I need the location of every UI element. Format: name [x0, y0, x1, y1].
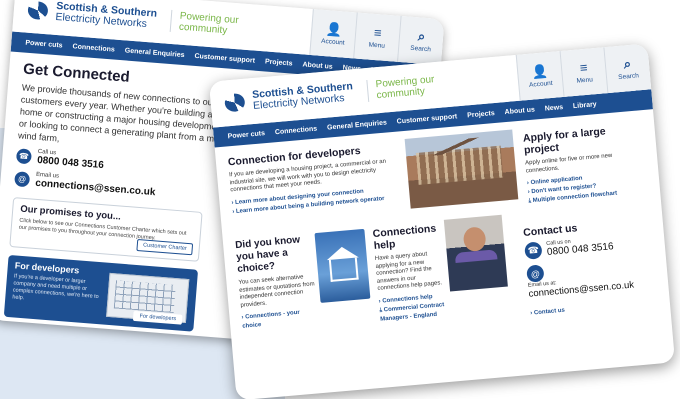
- menu-button[interactable]: ≡ Menu: [353, 12, 401, 62]
- nav-library[interactable]: Library: [573, 101, 597, 110]
- search-label: Search: [410, 44, 432, 54]
- help-section: Connections help Have a query about appl…: [372, 222, 450, 324]
- nav-customer-support[interactable]: Customer support: [194, 52, 255, 64]
- nav-about-us[interactable]: About us: [302, 61, 333, 70]
- ssen-logo-icon: [224, 91, 248, 115]
- email-icon: @: [526, 264, 545, 283]
- nav-power-cuts[interactable]: Power cuts: [227, 130, 265, 140]
- support-agent-photo: [443, 214, 508, 292]
- nav-about-us[interactable]: About us: [504, 106, 535, 116]
- help-heading: Connections help: [372, 222, 437, 253]
- search-icon: ⌕: [417, 28, 426, 44]
- choice-section: Did you know you have a choice? You can …: [235, 233, 321, 331]
- phone-icon: ☎: [15, 148, 33, 165]
- phone-icon: ☎: [524, 241, 543, 260]
- nav-customer-support[interactable]: Customer support: [396, 113, 457, 125]
- site-logo[interactable]: Scottish & Southern Electricity Networks: [13, 0, 157, 31]
- contact-us-label: Contact us: [533, 307, 566, 317]
- menu-label: Menu: [368, 41, 386, 50]
- user-icon: 👤: [325, 21, 343, 38]
- choice-heading: Did you know you have a choice?: [234, 234, 301, 275]
- choice-text: You can seek alternative estimates or qu…: [238, 274, 315, 309]
- account-button[interactable]: 👤 Account: [309, 9, 357, 59]
- nav-projects[interactable]: Projects: [265, 58, 293, 67]
- account-label: Account: [528, 79, 553, 89]
- nav-connections[interactable]: Connections: [275, 125, 318, 136]
- site-logo[interactable]: Scottish & Southern Electricity Networks: [210, 80, 354, 115]
- menu-icon: ≡: [579, 59, 589, 76]
- large-project-section: Apply for a large project Apply online f…: [523, 122, 649, 206]
- nav-projects[interactable]: Projects: [467, 110, 495, 119]
- ssen-logo-icon: [27, 0, 51, 22]
- your-choice-link[interactable]: › Connections - your choice: [241, 307, 320, 332]
- account-label: Account: [320, 37, 345, 47]
- house-illustration: [314, 228, 371, 303]
- nav-news[interactable]: News: [545, 104, 564, 113]
- menu-icon: ≡: [373, 24, 383, 41]
- developers-box: For developers If you're a developer or …: [3, 254, 199, 332]
- menu-button[interactable]: ≡ Menu: [559, 47, 608, 97]
- contact-section: Contact us ☎ Call us on 0800 048 3516 @ E…: [523, 216, 661, 319]
- menu-label: Menu: [576, 76, 594, 85]
- search-icon: ⌕: [623, 55, 632, 72]
- housing-construction-photo: [404, 129, 519, 209]
- your-choice-label: Connections - your choice: [242, 309, 300, 330]
- help-text: Have a query about applying for a new co…: [374, 251, 443, 292]
- search-button[interactable]: ⌕ Search: [603, 43, 652, 94]
- search-button[interactable]: ⌕ Search: [397, 15, 445, 66]
- promises-box: Our promises to you... Click below to se…: [9, 197, 203, 262]
- developers-text: If you're a developer or larger company …: [12, 273, 99, 302]
- user-icon: 👤: [531, 63, 549, 80]
- brand-tagline: Powering our community: [366, 74, 436, 102]
- nav-connections[interactable]: Connections: [72, 43, 115, 53]
- search-label: Search: [617, 72, 640, 82]
- brand-tagline: Powering our community: [169, 9, 240, 38]
- email-icon: @: [14, 171, 31, 188]
- account-button[interactable]: 👤 Account: [515, 51, 564, 101]
- contact-us-link[interactable]: › Contact us: [530, 298, 660, 318]
- developers-section: Connection for developers If you are dev…: [227, 141, 407, 217]
- download-icon: ⤓: [528, 198, 532, 205]
- nav-power-cuts[interactable]: Power cuts: [25, 39, 63, 49]
- nav-general-enquiries[interactable]: General Enquiries: [125, 47, 185, 59]
- download-icon: ⤓: [379, 307, 383, 314]
- nav-general-enquiries[interactable]: General Enquiries: [327, 119, 387, 131]
- developers-screen: Scottish & Southern Electricity Networks…: [208, 43, 676, 399]
